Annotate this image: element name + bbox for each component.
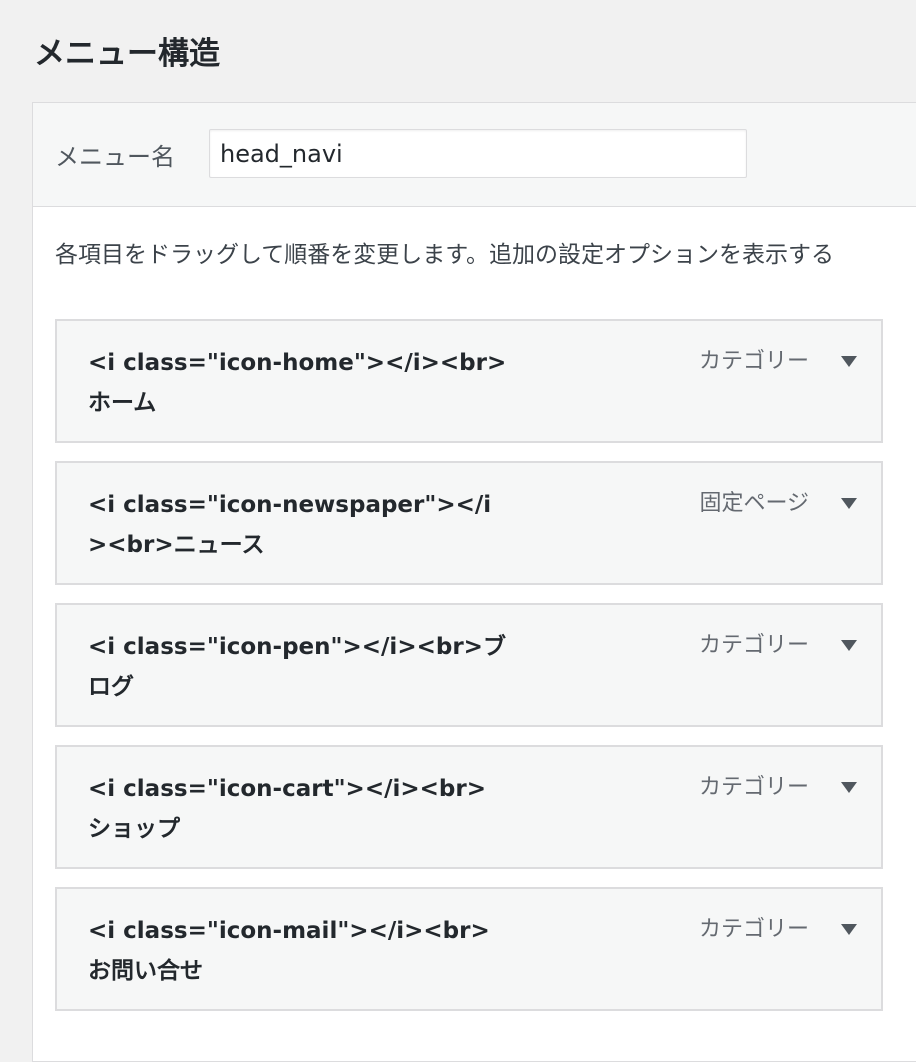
drag-instructions: 各項目をドラッグして順番を変更します。追加の設定オプションを表示する [55,242,835,268]
item-edit-toggle-button[interactable] [835,489,863,517]
menu-item-type: カテゴリー [698,349,809,374]
menu-item-contact[interactable]: <i class="icon-mail"></i><br>お問い合せ カテゴリー [55,887,883,1011]
triangle-down-icon [841,923,857,935]
triangle-down-icon [841,781,857,793]
item-edit-toggle-button[interactable] [835,631,863,659]
menu-item-title: <i class="icon-newspaper"></i><br>ニュース [88,492,492,558]
menu-item-title: <i class="icon-pen"></i><br>ブログ [88,634,506,700]
menu-name-header: メニュー名 [33,103,916,207]
menu-item-type: カテゴリー [698,775,809,800]
menu-item-type: 固定ページ [699,491,809,516]
item-edit-toggle-button[interactable] [835,773,863,801]
menu-item-type: カテゴリー [698,633,809,658]
item-edit-toggle-button[interactable] [835,347,863,375]
menu-name-input[interactable] [209,129,747,178]
menu-items-list: <i class="icon-home"></i><br>ホーム カテゴリー <… [55,319,883,1029]
menu-structure-panel: メニュー名 各項目をドラッグして順番を変更します。追加の設定オプションを表示する… [32,102,916,1062]
menu-item-blog[interactable]: <i class="icon-pen"></i><br>ブログ カテゴリー [55,603,883,727]
menu-item-title: <i class="icon-cart"></i><br>ショップ [88,776,486,842]
menu-item-title: <i class="icon-home"></i><br>ホーム [88,350,507,416]
menu-item-shop[interactable]: <i class="icon-cart"></i><br>ショップ カテゴリー [55,745,883,869]
menu-item-home[interactable]: <i class="icon-home"></i><br>ホーム カテゴリー [55,319,883,443]
page-title: メニュー構造 [34,36,220,72]
item-edit-toggle-button[interactable] [835,915,863,943]
menu-item-type: カテゴリー [698,917,809,942]
triangle-down-icon [841,639,857,651]
triangle-down-icon [841,497,857,509]
menu-item-title: <i class="icon-mail"></i><br>お問い合せ [88,918,490,984]
triangle-down-icon [841,355,857,367]
menu-item-news[interactable]: <i class="icon-newspaper"></i><br>ニュース 固… [55,461,883,585]
menu-name-label: メニュー名 [55,143,175,171]
